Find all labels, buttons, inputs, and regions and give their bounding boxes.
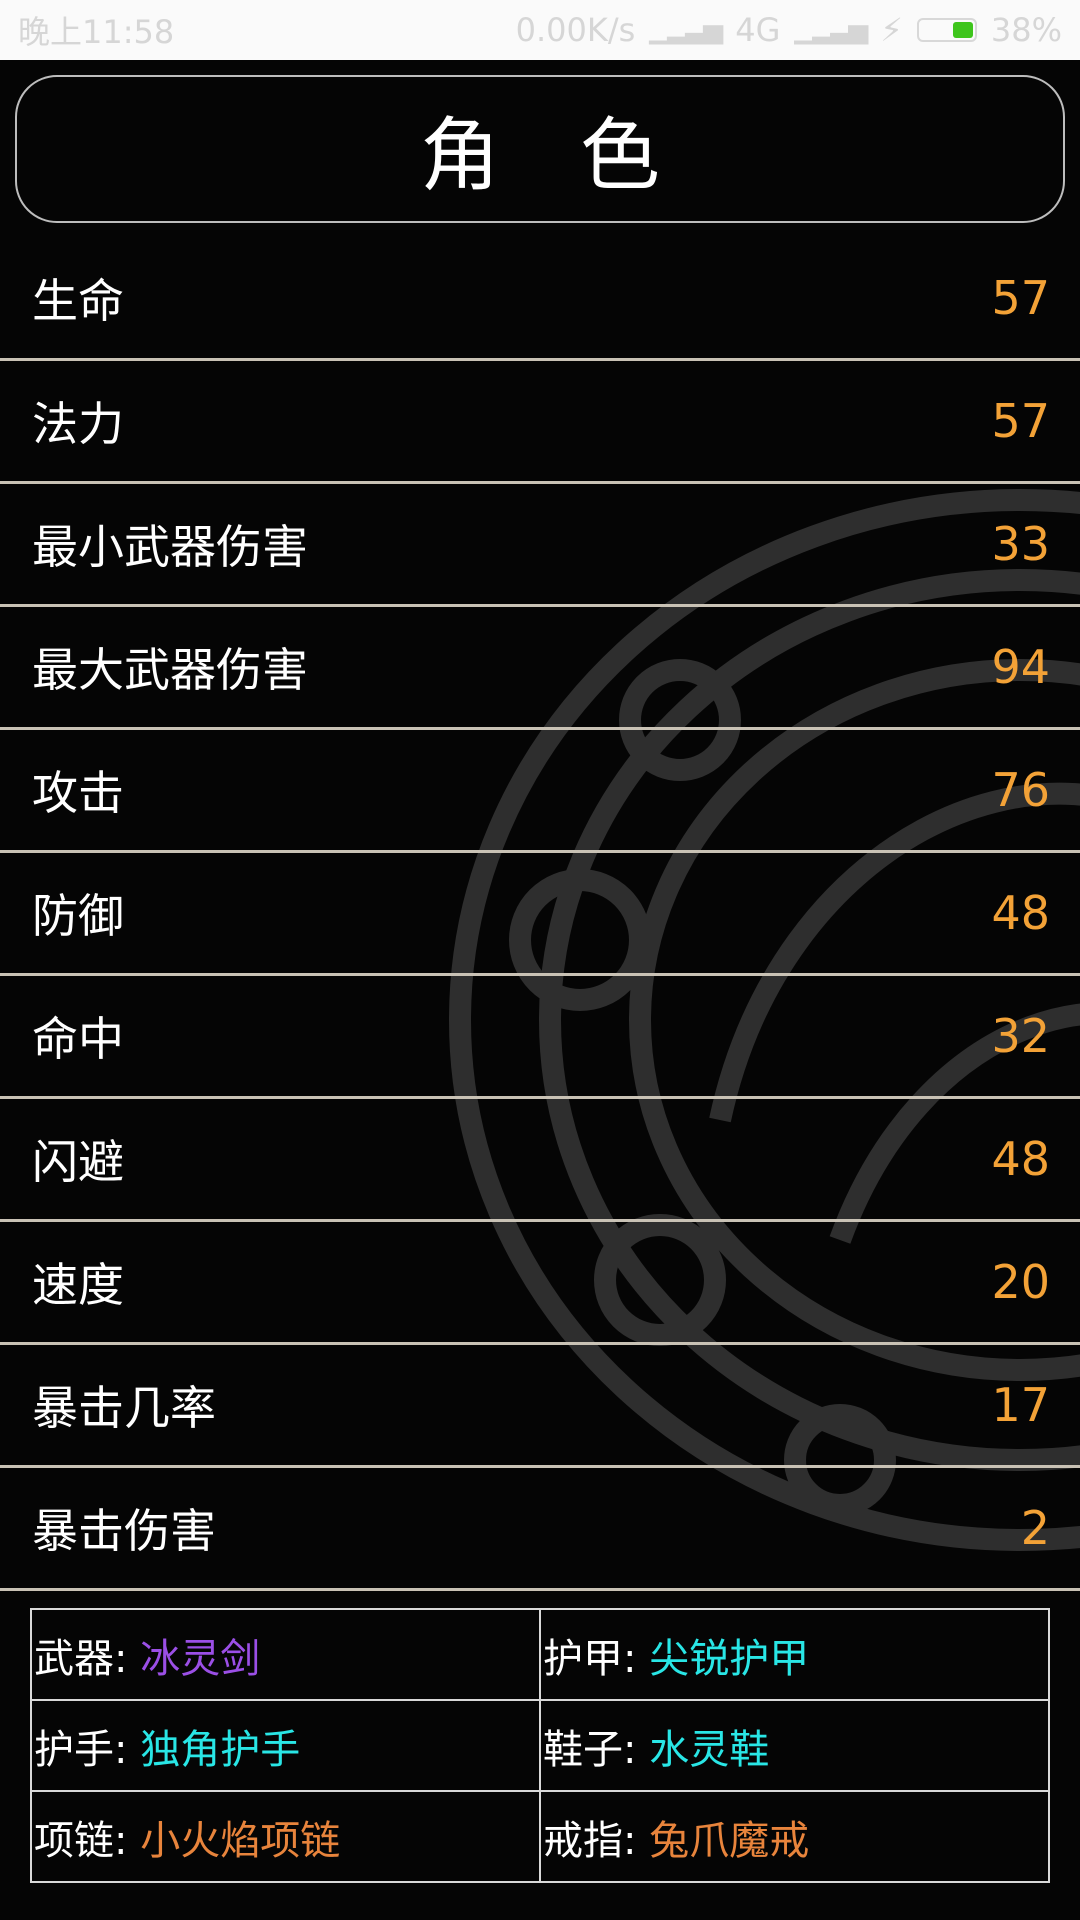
stat-value: 48 [991,1132,1050,1186]
equip-item: 小火焰项链 [140,1817,341,1864]
equip-slot-gloves[interactable]: 护手: 独角护手 [30,1699,541,1792]
equip-label: 护手: [34,1726,128,1773]
signal-icon: ▁▂▃▅ [649,15,723,45]
equip-slot-weapon[interactable]: 武器: 冰灵剑 [30,1608,541,1701]
page-title-text: 角色 [420,109,740,202]
stat-row-hp: 生命 57 [0,238,1080,361]
stat-value: 48 [991,886,1050,940]
battery-icon [916,18,977,42]
stat-label: 速度 [32,1258,124,1312]
equip-slot-ring[interactable]: 戒指: 兔爪魔戒 [539,1790,1050,1883]
stat-value: 57 [991,394,1050,448]
page-title: 角色 [15,75,1065,223]
equip-item: 尖锐护甲 [649,1635,810,1682]
equip-slot-shoes[interactable]: 鞋子: 水灵鞋 [539,1699,1050,1792]
equip-label: 戒指: [543,1817,637,1864]
stat-value: 20 [991,1255,1050,1309]
net-speed: 0.00K/s [515,11,636,49]
stat-label: 防御 [32,889,124,943]
equip-slot-necklace[interactable]: 项链: 小火焰项链 [30,1790,541,1883]
equip-item: 水灵鞋 [649,1726,770,1773]
stat-label: 攻击 [32,766,124,820]
stat-label: 最小武器伤害 [32,520,308,574]
stat-value: 2 [1020,1501,1050,1555]
stat-row-speed: 速度 20 [0,1222,1080,1345]
stat-label: 暴击伤害 [32,1504,216,1558]
stat-row-mp: 法力 57 [0,361,1080,484]
stat-label: 命中 [32,1012,124,1066]
stat-row-hit: 命中 32 [0,976,1080,1099]
stat-row-min-weapon-damage: 最小武器伤害 33 [0,484,1080,607]
stat-label: 最大武器伤害 [32,643,308,697]
stat-value: 57 [991,271,1050,325]
stat-value: 94 [991,640,1050,694]
equip-item: 兔爪魔戒 [649,1817,810,1864]
stat-row-crit-damage: 暴击伤害 2 [0,1468,1080,1591]
stats-list: 生命 57 法力 57 最小武器伤害 33 最大武器伤害 94 攻击 76 防御… [0,238,1080,1591]
equip-label: 武器: [34,1635,128,1682]
status-bar: 晚上11:58 0.00K/s ▁▂▃▅ 4G ▁▂▃▅ ⚡ 38% [0,0,1080,60]
charging-icon: ⚡ [880,11,903,49]
equip-label: 项链: [34,1817,128,1864]
stat-value: 33 [991,517,1050,571]
stat-value: 76 [991,763,1050,817]
network-type: 4G [735,11,781,49]
stat-value: 17 [991,1378,1050,1432]
stat-row-crit-rate: 暴击几率 17 [0,1345,1080,1468]
equip-label: 护甲: [543,1635,637,1682]
stat-value: 32 [991,1009,1050,1063]
stat-row-attack: 攻击 76 [0,730,1080,853]
stat-row-max-weapon-damage: 最大武器伤害 94 [0,607,1080,730]
equipment-table: 武器: 冰灵剑 护甲: 尖锐护甲 护手: 独角护手 鞋子: 水灵鞋 项链: 小火… [30,1608,1050,1883]
equip-slot-armor[interactable]: 护甲: 尖锐护甲 [539,1608,1050,1701]
battery-percent: 38% [990,11,1062,49]
stat-label: 生命 [32,274,124,328]
status-time: 晚上11:58 [18,13,175,51]
stat-label: 闪避 [32,1135,124,1189]
status-right: 0.00K/s ▁▂▃▅ 4G ▁▂▃▅ ⚡ 38% [516,11,1062,49]
stat-row-dodge: 闪避 48 [0,1099,1080,1222]
stat-label: 暴击几率 [32,1381,216,1435]
stat-label: 法力 [32,397,124,451]
stat-row-defense: 防御 48 [0,853,1080,976]
equip-item: 独角护手 [140,1726,301,1773]
equip-label: 鞋子: [543,1726,637,1773]
equip-item: 冰灵剑 [140,1635,261,1682]
signal-icon-2: ▁▂▃▅ [794,15,868,45]
